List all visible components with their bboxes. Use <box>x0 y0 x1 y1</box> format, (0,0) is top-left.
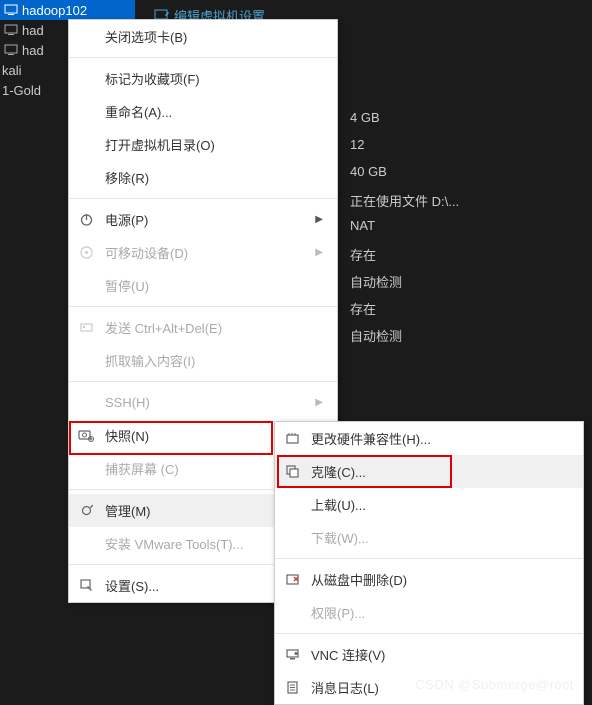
vm-label: had <box>22 43 44 58</box>
blank-icon <box>283 604 301 622</box>
menu-item-label: 关闭选项卡(B) <box>105 27 323 46</box>
menu-item[interactable]: 打开虚拟机目录(O) <box>69 128 337 161</box>
prop-network: NAT <box>350 218 459 245</box>
menu-item: 下载(W)... <box>275 521 583 554</box>
clone-icon <box>283 463 301 481</box>
device-icon <box>77 244 95 262</box>
menu-item[interactable]: 电源(P)▶ <box>69 203 337 236</box>
blank-icon <box>77 277 95 295</box>
prop-auto2: 自动检测 <box>350 326 459 353</box>
menu-item[interactable]: VNC 连接(V) <box>275 638 583 671</box>
menu-item: 发送 Ctrl+Alt+Del(E) <box>69 311 337 344</box>
submenu-arrow-icon: ▶ <box>315 247 323 258</box>
menu-item: 权限(P)... <box>275 596 583 629</box>
menu-item-label: 标记为收藏项(F) <box>105 69 323 88</box>
prop-memory: 4 GB <box>350 110 459 137</box>
blank-icon <box>77 169 95 187</box>
vnc-icon <box>283 646 301 664</box>
context-menu-manage: 更改硬件兼容性(H)... 克隆(C)... 上载(U)... 下载(W)... 从磁盘… <box>274 421 584 705</box>
blank-icon <box>77 394 95 412</box>
settings-icon <box>77 577 95 595</box>
menu-separator <box>69 381 337 382</box>
prop-cpu: 12 <box>350 137 459 164</box>
menu-item[interactable]: 更改硬件兼容性(H)... <box>275 422 583 455</box>
menu-item-label: 上载(U)... <box>311 495 569 514</box>
menu-item-label: VNC 连接(V) <box>311 645 569 664</box>
hardware-icon <box>283 430 301 448</box>
vm-item-hadoop102[interactable]: hadoop102 <box>0 0 135 20</box>
menu-item-label: 发送 Ctrl+Alt+Del(E) <box>105 318 323 337</box>
menu-item-label: 电源(P) <box>105 210 315 229</box>
submenu-arrow-icon: ▶ <box>315 214 323 225</box>
blank-icon <box>77 352 95 370</box>
blank-icon <box>77 28 95 46</box>
watermark: CSDN @Submerge@root <box>415 677 574 692</box>
menu-separator <box>275 633 583 634</box>
blank-icon <box>283 529 301 547</box>
menu-item-label: 可移动设备(D) <box>105 243 315 262</box>
menu-item-label: 抓取输入内容(I) <box>105 351 323 370</box>
prop-present1: 存在 <box>350 245 459 272</box>
submenu-arrow-icon: ▶ <box>315 397 323 408</box>
menu-separator <box>69 198 337 199</box>
menu-item-label: 克隆(C)... <box>311 462 569 481</box>
menu-item-label: 更改硬件兼容性(H)... <box>311 429 569 448</box>
vm-icon <box>4 44 18 56</box>
menu-item-label: 暂停(U) <box>105 276 323 295</box>
menu-item[interactable]: 关闭选项卡(B) <box>69 20 337 53</box>
prop-auto1: 自动检测 <box>350 272 459 299</box>
menu-item-label: 移除(R) <box>105 168 323 187</box>
menu-item: 抓取输入内容(I) <box>69 344 337 377</box>
prop-file: 正在使用文件 D:\... <box>350 191 459 218</box>
menu-item[interactable]: 移除(R) <box>69 161 337 194</box>
log-icon <box>283 679 301 697</box>
menu-item-label: 下载(W)... <box>311 528 569 547</box>
menu-item-label: SSH(H) <box>105 395 315 410</box>
menu-item[interactable]: 克隆(C)... <box>275 455 583 488</box>
power-icon <box>77 211 95 229</box>
vm-label: kali <box>2 63 22 78</box>
delete-icon <box>283 571 301 589</box>
vm-label: 1-Gold <box>2 83 41 98</box>
blank-icon <box>77 460 95 478</box>
blank-icon <box>77 103 95 121</box>
menu-item[interactable]: 标记为收藏项(F) <box>69 62 337 95</box>
vm-label: hadoop102 <box>22 3 87 18</box>
blank-icon <box>283 496 301 514</box>
menu-item-label: 权限(P)... <box>311 603 569 622</box>
vm-properties: 4 GB 12 40 GB 正在使用文件 D:\... NAT 存在 自动检测 … <box>350 110 459 353</box>
menu-item-label: 从磁盘中删除(D) <box>311 570 569 589</box>
menu-item-label: 重命名(A)... <box>105 102 323 121</box>
menu-item: 暂停(U) <box>69 269 337 302</box>
blank-icon <box>77 136 95 154</box>
send-icon <box>77 319 95 337</box>
menu-separator <box>69 57 337 58</box>
vm-icon <box>4 24 18 36</box>
snapshot-icon <box>77 427 95 445</box>
menu-item: SSH(H)▶ <box>69 386 337 419</box>
menu-separator <box>275 558 583 559</box>
menu-item: 可移动设备(D)▶ <box>69 236 337 269</box>
menu-item[interactable]: 上载(U)... <box>275 488 583 521</box>
blank-icon <box>77 70 95 88</box>
menu-item-label: 打开虚拟机目录(O) <box>105 135 323 154</box>
prop-disk: 40 GB <box>350 164 459 191</box>
menu-item[interactable]: 重命名(A)... <box>69 95 337 128</box>
menu-separator <box>69 306 337 307</box>
prop-present2: 存在 <box>350 299 459 326</box>
vm-icon <box>4 4 18 16</box>
vm-label: had <box>22 23 44 38</box>
blank-icon <box>77 535 95 553</box>
manage-icon <box>77 502 95 520</box>
menu-item[interactable]: 从磁盘中删除(D) <box>275 563 583 596</box>
